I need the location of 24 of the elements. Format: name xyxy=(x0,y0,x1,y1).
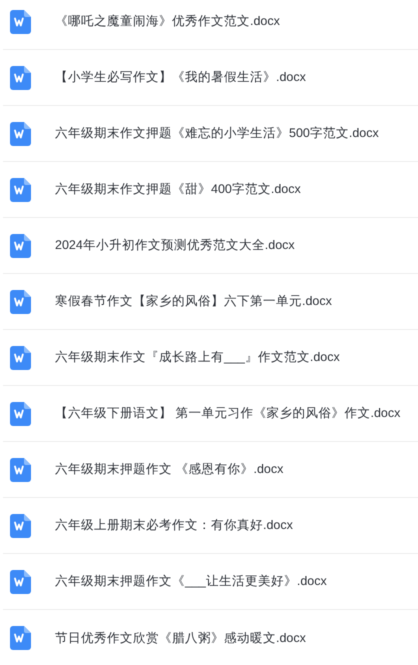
file-name[interactable]: 六年级期末押题作文《___让生活更美好》.docx xyxy=(55,572,327,591)
file-name[interactable]: 寒假春节作文【家乡的风俗】六下第一单元.docx xyxy=(55,292,332,311)
word-document-icon xyxy=(10,346,31,370)
file-name[interactable]: 【小学生必写作文】《我的暑假生活》.docx xyxy=(55,68,306,87)
word-document-icon xyxy=(10,626,31,650)
word-document-icon xyxy=(10,290,31,314)
word-document-icon xyxy=(10,178,31,202)
file-name[interactable]: 《哪吒之魔童闹海》优秀作文范文.docx xyxy=(55,12,280,31)
file-name[interactable]: 2024年小升初作文预测优秀范文大全.docx xyxy=(55,236,295,255)
word-document-icon xyxy=(10,234,31,258)
file-name[interactable]: 节日优秀作文欣赏《腊八粥》感动暖文.docx xyxy=(55,628,306,648)
word-document-icon xyxy=(10,10,31,34)
word-document-icon xyxy=(10,458,31,482)
file-name[interactable]: 六年级期末作文押题《甜》400字范文.docx xyxy=(55,180,301,199)
file-name[interactable]: 六年级上册期末必考作文：有你真好.docx xyxy=(55,516,293,535)
file-name[interactable]: 六年级期末押题作文 《感恩有你》.docx xyxy=(55,460,284,479)
word-document-icon xyxy=(10,402,31,426)
word-document-icon xyxy=(10,66,31,90)
file-name[interactable]: 六年级期末作文『成长路上有___』作文范文.docx xyxy=(55,348,340,367)
word-document-icon xyxy=(10,514,31,538)
word-document-icon xyxy=(10,570,31,594)
file-name[interactable]: 六年级期末作文押题《难忘的小学生活》500字范文.docx xyxy=(55,124,379,143)
file-name[interactable]: 【六年级下册语文】 第一单元习作《家乡的风俗》作文.docx xyxy=(55,404,400,423)
word-document-icon xyxy=(10,122,31,146)
